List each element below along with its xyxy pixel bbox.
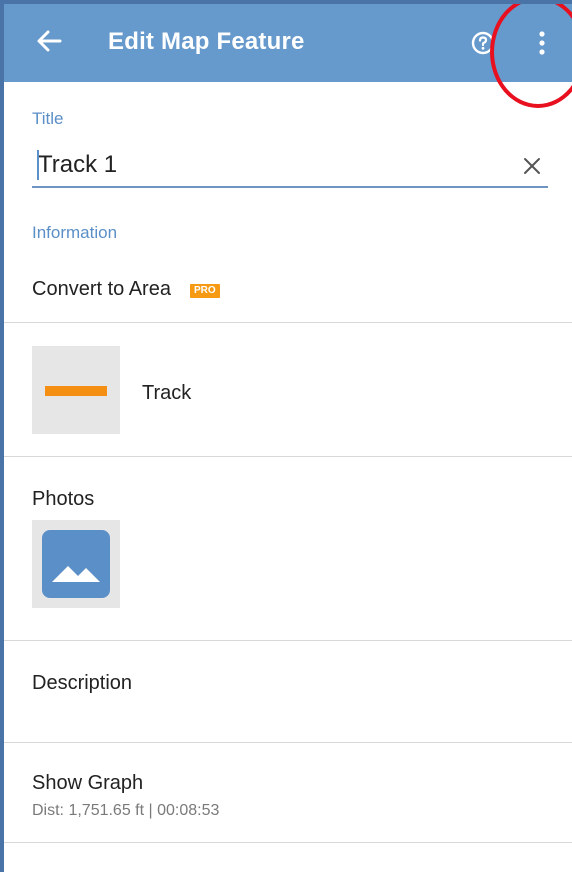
close-icon[interactable]	[522, 156, 542, 176]
track-stats: Dist: 1,751.65 ft | 00:08:53	[32, 802, 220, 819]
text-caret	[37, 150, 39, 180]
track-style-label[interactable]: Track	[142, 382, 191, 405]
image-icon	[42, 530, 110, 598]
divider	[4, 640, 572, 641]
information-label: Information	[32, 223, 118, 242]
title-field-label: Title	[32, 109, 64, 128]
title-input-value[interactable]: Track 1	[38, 151, 117, 179]
photos-label: Photos	[32, 488, 95, 510]
divider	[4, 842, 572, 843]
more-vert-icon[interactable]	[532, 28, 552, 58]
page-title: Edit Map Feature	[108, 28, 305, 55]
show-graph-button[interactable]: Show Graph	[32, 772, 143, 795]
convert-to-area-button[interactable]: Convert to Area	[32, 278, 171, 301]
divider	[4, 322, 572, 323]
description-field[interactable]: Description	[32, 672, 132, 695]
track-style-swatch[interactable]	[32, 346, 120, 434]
app-frame: Edit Map Feature Title Track 1 Informati…	[0, 0, 572, 872]
add-photo-button[interactable]	[32, 520, 120, 608]
title-input[interactable]: Track 1	[32, 148, 548, 188]
pro-badge: PRO	[190, 284, 220, 298]
divider	[4, 742, 572, 743]
track-line-icon	[45, 386, 107, 396]
divider	[4, 456, 572, 457]
help-circle-icon[interactable]	[471, 31, 495, 55]
app-bar: Edit Map Feature	[4, 4, 572, 82]
arrow-left-icon[interactable]	[34, 26, 64, 56]
